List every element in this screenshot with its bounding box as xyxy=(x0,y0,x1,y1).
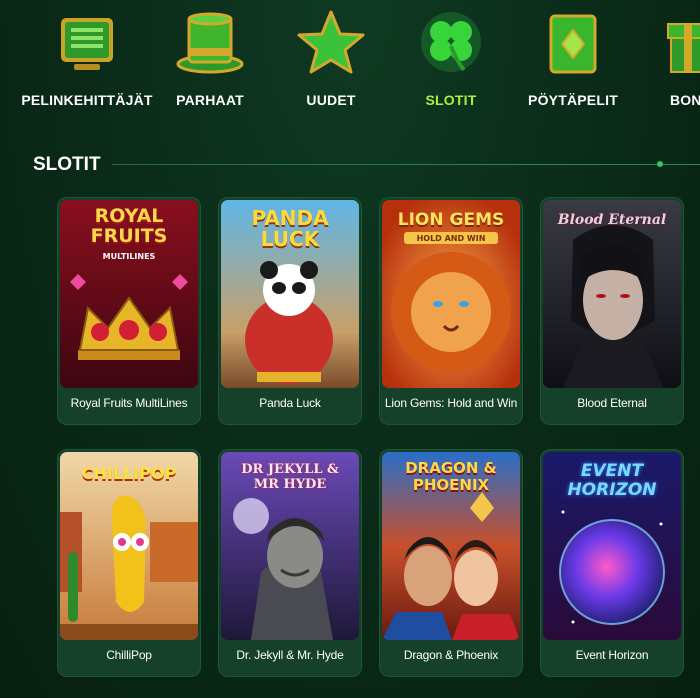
game-card-blood-eternal[interactable]: Blood Eternal Blood Eternal xyxy=(540,197,684,425)
category-label: SLOTIT xyxy=(425,92,477,108)
category-label: UUDET xyxy=(306,92,356,108)
star-icon xyxy=(297,10,365,74)
game-thumbnail: PANDA LUCK xyxy=(221,200,359,388)
category-nav: PELINKEHITTÄJÄT PARHAAT UUDET SLOTIT PÖY… xyxy=(0,0,700,125)
game-name: Lion Gems: Hold and Win xyxy=(384,396,518,410)
game-card-jekyll-hyde[interactable]: DR JEKYLL & MR HYDE Dr. Jekyll & Mr. Hyd… xyxy=(218,449,362,677)
game-thumbnail: ROYAL FRUITS MULTILINES xyxy=(60,200,198,388)
gift-icon xyxy=(667,23,700,73)
game-thumbnail: CHILLIPOP xyxy=(60,452,198,640)
section-divider-dot xyxy=(657,161,663,167)
section-title: SLOTIT xyxy=(33,154,101,175)
game-card-event-horizon[interactable]: EVENT HORIZON Event Horizon xyxy=(540,449,684,677)
category-label: PÖYTÄPELIT xyxy=(528,92,618,108)
category-table-games[interactable]: PÖYTÄPELIT xyxy=(528,0,618,108)
game-name: Blood Eternal xyxy=(577,396,647,410)
game-name: ChilliPop xyxy=(106,648,152,662)
provider-monitor-icon xyxy=(61,18,113,70)
clover-icon xyxy=(421,12,481,72)
category-bonus[interactable]: BONUS xyxy=(648,0,700,108)
game-name: Dragon & Phoenix xyxy=(403,648,499,662)
category-label: BONUS xyxy=(670,92,700,108)
game-card-royal-fruits[interactable]: ROYAL FRUITS MULTILINES Royal Fruits Mul… xyxy=(57,197,201,425)
category-label: PELINKEHITTÄJÄT xyxy=(21,92,153,108)
category-providers[interactable]: PELINKEHITTÄJÄT xyxy=(14,0,160,108)
game-thumbnail: LION GEMS HOLD AND WIN xyxy=(382,200,520,388)
game-art-title: PANDA LUCK xyxy=(251,206,329,251)
card-table-icon xyxy=(549,14,597,74)
category-new[interactable]: UUDET xyxy=(293,0,369,108)
game-card-chillipop[interactable]: CHILLIPOP ChilliPop xyxy=(57,449,201,677)
game-art-title: CHILLIPOP xyxy=(81,464,177,483)
game-thumbnail: DRAGON & PHOENIX xyxy=(382,452,520,640)
game-name: Royal Fruits MultiLines xyxy=(70,396,188,410)
game-art-subtitle: MULTILINES xyxy=(102,252,156,261)
game-art-title: DRAGON & PHOENIX xyxy=(405,459,497,494)
game-art-title: Blood Eternal xyxy=(557,212,667,228)
game-name: Panda Luck xyxy=(259,396,321,410)
category-label: PARHAAT xyxy=(176,92,244,108)
game-name: Event Horizon xyxy=(575,648,649,662)
game-thumbnail: DR JEKYLL & MR HYDE xyxy=(221,452,359,640)
section-divider xyxy=(112,164,700,165)
game-art-title: ROYAL FRUITS xyxy=(90,205,168,247)
game-art-subtitle: HOLD AND WIN xyxy=(416,234,486,243)
game-thumbnail: Blood Eternal xyxy=(543,200,681,388)
game-art-title: LION GEMS xyxy=(397,210,505,230)
game-art-title: EVENT HORIZON xyxy=(567,461,657,500)
game-thumbnail: EVENT HORIZON xyxy=(543,452,681,640)
game-card-lion-gems[interactable]: LION GEMS HOLD AND WIN Lion Gems: Hold a… xyxy=(379,197,523,425)
category-top[interactable]: PARHAAT xyxy=(170,0,250,108)
game-art-title: DR JEKYLL & MR HYDE xyxy=(241,462,339,492)
game-card-panda-luck[interactable]: PANDA LUCK Panda Luck xyxy=(218,197,362,425)
category-slots[interactable]: SLOTIT xyxy=(413,0,489,108)
game-card-dragon-phoenix[interactable]: DRAGON & PHOENIX Dragon & Phoenix xyxy=(379,449,523,677)
game-name: Dr. Jekyll & Mr. Hyde xyxy=(236,648,344,662)
top-hat-icon xyxy=(176,12,244,74)
